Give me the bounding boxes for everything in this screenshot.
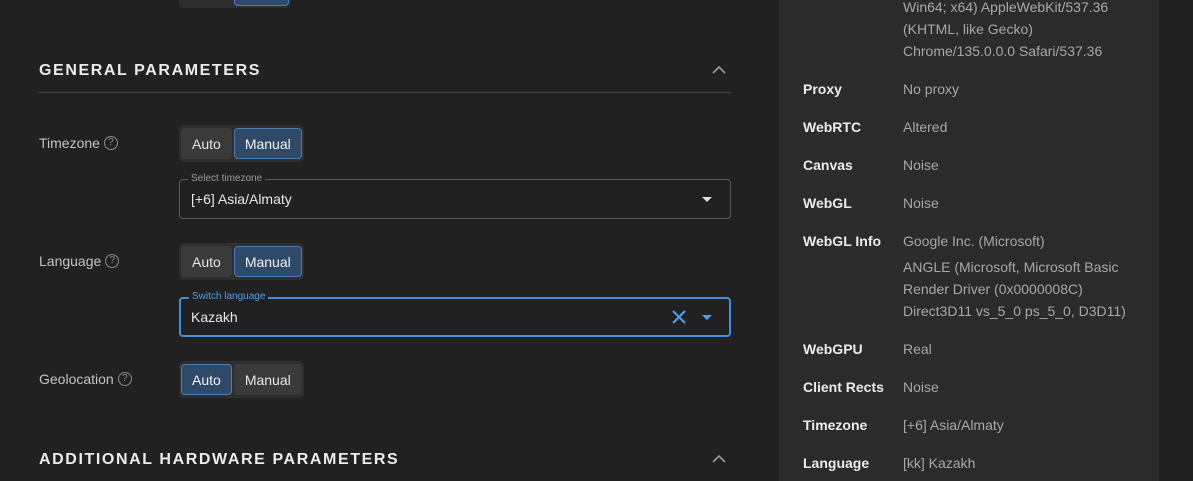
language-manual-button[interactable]: Manual <box>233 246 302 277</box>
summary-value-webgl-vendor: Google Inc. (Microsoft) <box>903 233 1045 249</box>
chevron-up-icon[interactable] <box>712 454 726 466</box>
user-agent-value-line3: Chrome/135.0.0.0 Safari/537.36 <box>903 43 1103 59</box>
geolocation-label: Geolocation ? <box>39 371 132 387</box>
timezone-mode-toggle: Auto Manual <box>179 125 304 162</box>
timezone-select-value: [+6] Asia/Almaty <box>191 191 292 207</box>
language-mode-toggle: Auto Manual <box>179 243 304 280</box>
timezone-label: Timezone ? <box>39 135 118 151</box>
summary-value-webgpu: Real <box>903 341 932 357</box>
dropdown-caret-icon[interactable] <box>702 315 712 320</box>
language-auto-button[interactable]: Auto <box>181 246 232 277</box>
summary-value-webgl-renderer-line3: Direct3D11 vs_5_0 ps_5_0, D3D11) <box>903 303 1126 319</box>
section-divider <box>39 92 731 93</box>
summary-value-timezone: [+6] Asia/Almaty <box>903 417 1004 433</box>
summary-value-client-rects: Noise <box>903 379 939 395</box>
settings-panel: GENERAL PARAMETERS Timezone ? Auto Manua… <box>0 0 779 481</box>
dropdown-caret-icon[interactable] <box>702 197 712 202</box>
summary-key-language: Language <box>803 455 870 471</box>
language-label: Language ? <box>39 253 120 269</box>
timezone-manual-button[interactable]: Manual <box>233 128 302 159</box>
summary-value-webgl: Noise <box>903 195 939 211</box>
additional-hardware-parameters-title: ADDITIONAL HARDWARE PARAMETERS <box>39 451 400 468</box>
summary-key-client-rects: Client Rects <box>803 379 884 395</box>
general-parameters-title: GENERAL PARAMETERS <box>39 62 262 79</box>
summary-key-webgl-info: WebGL Info <box>803 233 882 249</box>
summary-value-language: [kk] Kazakh <box>903 455 976 471</box>
timezone-auto-button[interactable]: Auto <box>181 128 232 159</box>
summary-key-webgl: WebGL <box>803 195 852 211</box>
language-select[interactable]: Switch language Kazakh <box>179 291 731 337</box>
user-agent-value-line2: (KHTML, like Gecko) <box>903 21 1033 37</box>
summary-value-webrtc: Altered <box>903 119 948 135</box>
summary-value-canvas: Noise <box>903 157 939 173</box>
timezone-select-label: Select timezone <box>188 173 266 185</box>
language-help-icon[interactable]: ? <box>105 254 120 268</box>
clear-icon[interactable] <box>671 309 687 325</box>
chevron-up-icon[interactable] <box>712 65 726 77</box>
summary-key-proxy: Proxy <box>803 81 842 97</box>
summary-key-webgpu: WebGPU <box>803 341 863 357</box>
summary-key-webrtc: WebRTC <box>803 119 862 135</box>
user-agent-value-line1: Win64; x64) AppleWebKit/537.36 <box>903 0 1109 15</box>
summary-value-proxy: No proxy <box>903 81 960 97</box>
timezone-select[interactable]: Select timezone [+6] Asia/Almaty <box>179 173 731 219</box>
language-select-value: Kazakh <box>191 309 238 325</box>
summary-value-webgl-renderer-line1: ANGLE (Microsoft, Microsoft Basic <box>903 259 1119 275</box>
previous-mode-toggle[interactable] <box>179 0 291 8</box>
geolocation-mode-toggle: Auto Manual <box>179 361 304 398</box>
geolocation-help-icon[interactable]: ? <box>117 372 132 386</box>
language-select-label: Switch language <box>189 291 269 303</box>
summary-value-webgl-renderer-line2: Render Driver (0x0000008C) <box>903 281 1083 297</box>
summary-key-canvas: Canvas <box>803 157 853 173</box>
timezone-help-icon[interactable]: ? <box>103 136 118 150</box>
summary-key-timezone: Timezone <box>803 417 868 433</box>
geolocation-auto-button[interactable]: Auto <box>181 364 232 395</box>
geolocation-manual-button[interactable]: Manual <box>233 364 302 395</box>
